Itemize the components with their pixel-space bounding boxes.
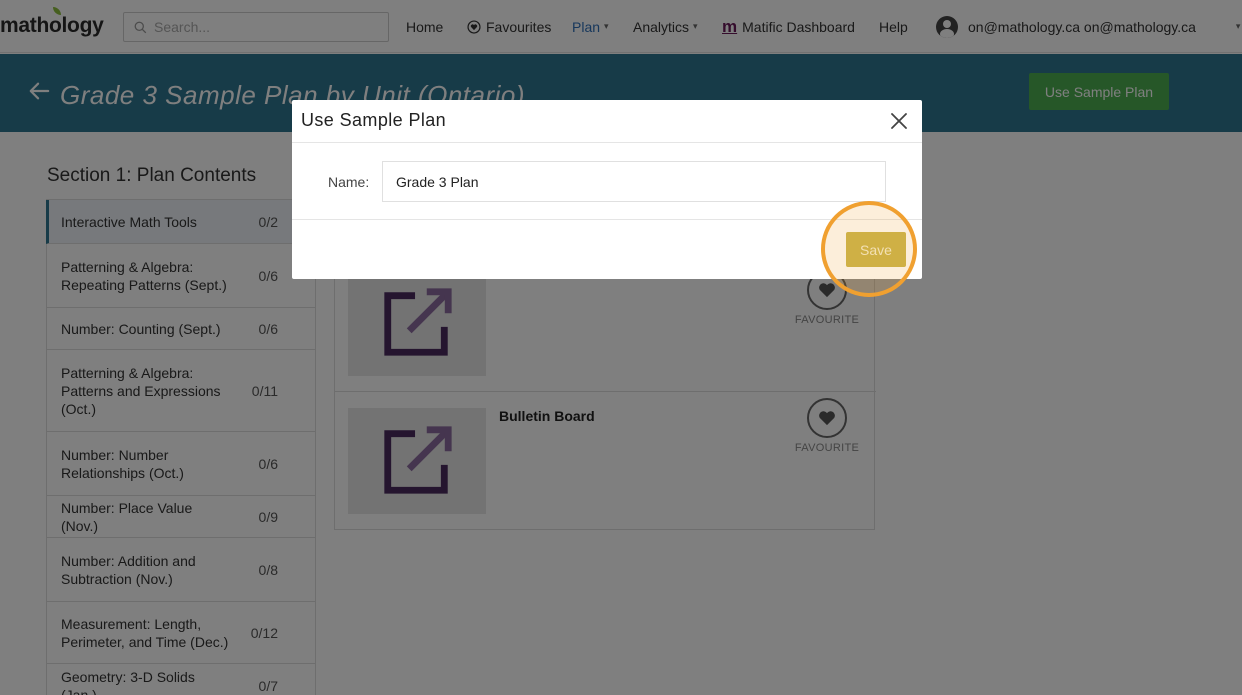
dialog-header: Use Sample Plan <box>292 100 922 143</box>
plan-name-input[interactable] <box>382 161 886 202</box>
name-field-label: Name: <box>328 174 370 190</box>
close-icon[interactable] <box>889 111 909 131</box>
use-sample-plan-dialog: Use Sample Plan Name: Save <box>292 100 922 279</box>
dialog-body: Name: <box>292 143 922 220</box>
dialog-title: Use Sample Plan <box>301 110 447 130</box>
save-button[interactable]: Save <box>846 232 906 267</box>
